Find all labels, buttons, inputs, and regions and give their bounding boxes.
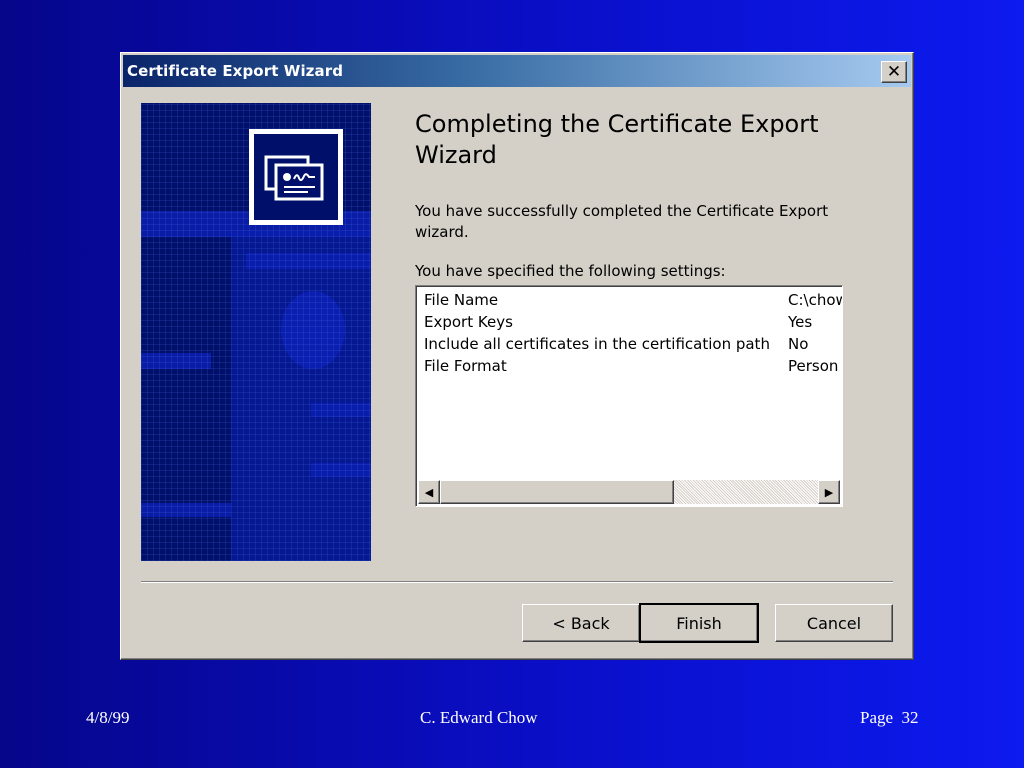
- list-item[interactable]: File Format Person: [422, 356, 842, 378]
- wizard-banner: [141, 103, 371, 561]
- separator: [141, 581, 893, 583]
- close-icon: ✕: [886, 61, 902, 82]
- certificate-export-wizard-dialog: Certificate Export Wizard ✕ Completing t…: [120, 52, 914, 660]
- settings-list[interactable]: File Name C:\chow Export Keys Yes Includ…: [415, 285, 843, 507]
- completion-message: You have successfully completed the Cert…: [415, 202, 829, 241]
- certificate-icon: [249, 129, 343, 225]
- arrow-right-icon: ▶: [824, 486, 834, 499]
- scroll-right-button[interactable]: ▶: [818, 480, 840, 504]
- scrollbar-thumb[interactable]: [440, 480, 674, 504]
- window-title: Certificate Export Wizard: [127, 62, 344, 80]
- scroll-left-button[interactable]: ◀: [418, 480, 440, 504]
- list-item[interactable]: Include all certificates in the certific…: [422, 334, 842, 356]
- list-item[interactable]: Export Keys Yes: [422, 312, 842, 334]
- wizard-heading: Completing the Certificate Export Wizard: [415, 110, 819, 169]
- back-button[interactable]: < Back: [522, 604, 640, 642]
- list-item[interactable]: File Name C:\chow: [422, 290, 842, 312]
- horizontal-scrollbar[interactable]: ◀ ▶: [418, 480, 840, 504]
- close-button[interactable]: ✕: [881, 61, 907, 83]
- footer-page-number: Page 32: [860, 708, 919, 727]
- title-bar[interactable]: Certificate Export Wizard ✕: [123, 55, 911, 87]
- footer-author: C. Edward Chow: [420, 708, 538, 727]
- arrow-left-icon: ◀: [424, 486, 434, 499]
- finish-button[interactable]: Finish: [639, 603, 759, 643]
- cancel-button[interactable]: Cancel: [775, 604, 893, 642]
- footer-date: 4/8/99: [86, 708, 130, 727]
- settings-label: You have specified the following setting…: [415, 262, 726, 280]
